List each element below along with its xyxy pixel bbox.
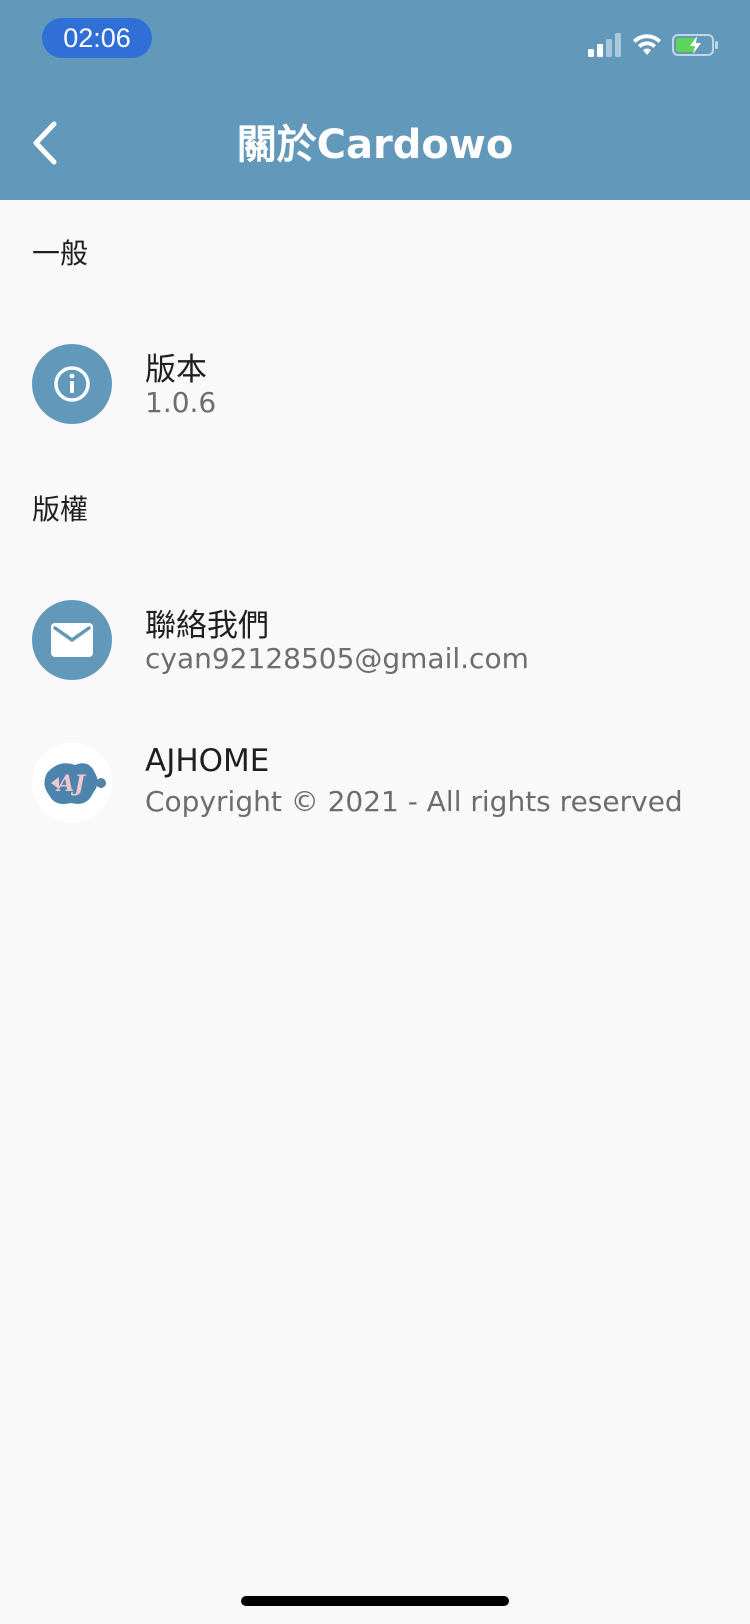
home-indicator[interactable] <box>241 1596 509 1606</box>
ajhome-logo: AJ <box>44 763 106 804</box>
mail-icon <box>51 623 93 657</box>
ajhome-logo-text: AJ <box>55 771 86 797</box>
page-title: 關於Cardowo <box>236 122 514 168</box>
info-icon <box>54 366 90 402</box>
app-header: 02:06 關於Cardowo <box>0 0 750 200</box>
battery-icon <box>672 34 718 56</box>
version-avatar <box>32 344 112 424</box>
status-icons <box>588 28 720 62</box>
status-time: 02:06 <box>42 18 152 58</box>
copyright-text: Copyright © 2021 - All rights reserved <box>145 785 683 818</box>
ajhome-avatar: AJ <box>32 743 112 823</box>
contact-avatar <box>32 600 112 680</box>
version-item[interactable]: 版本 1.0.6 <box>0 344 750 454</box>
contact-title: 聯絡我們 <box>145 608 269 644</box>
version-value: 1.0.6 <box>145 386 217 419</box>
section-label-copyright: 版權 <box>32 493 89 526</box>
ajhome-title: AJHOME <box>145 743 270 779</box>
contact-item[interactable]: 聯絡我們 cyan92128505@gmail.com <box>0 600 750 710</box>
contact-email: cyan92128505@gmail.com <box>145 642 529 675</box>
signal-icon <box>588 33 621 57</box>
section-label-general: 一般 <box>32 237 89 270</box>
wifi-icon <box>633 34 661 55</box>
version-title: 版本 <box>145 352 207 388</box>
ajhome-item[interactable]: AJ AJHOME Copyright © 2021 - All rights … <box>0 743 750 853</box>
